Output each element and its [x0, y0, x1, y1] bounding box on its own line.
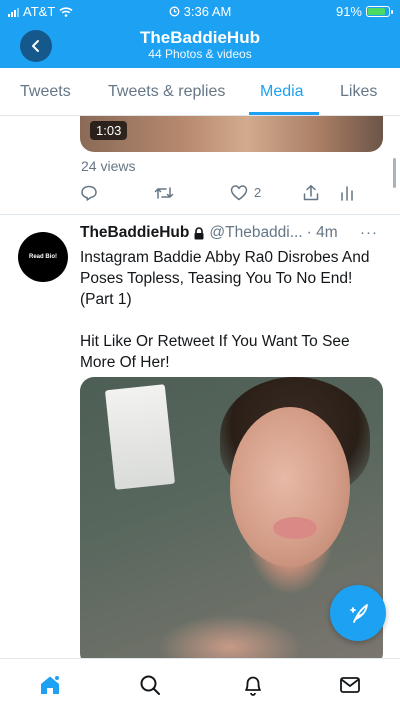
search-icon: [140, 675, 160, 695]
like-count: 2: [254, 185, 262, 200]
tweet-time: · 4m: [306, 224, 338, 241]
tweet-divider: [0, 214, 400, 215]
media-feed[interactable]: 1:03 24 views 2 Read Bio! TheBaddieHub @…: [0, 116, 400, 658]
retweet-button[interactable]: [154, 184, 174, 202]
tab-media[interactable]: Media: [260, 83, 304, 101]
avatar[interactable]: Read Bio!: [18, 232, 68, 282]
tab-likes[interactable]: Likes: [340, 83, 377, 101]
compose-feather-icon: [350, 604, 368, 623]
nav-home[interactable]: [37, 672, 63, 698]
mail-icon: [340, 677, 360, 693]
battery-icon: [366, 6, 393, 17]
like-button[interactable]: 2: [230, 184, 261, 201]
author-handle[interactable]: @Thebaddi...: [209, 224, 302, 242]
battery-percent: 91%: [335, 4, 362, 19]
video-duration: 1:03: [90, 121, 128, 140]
bottom-navigation: [0, 658, 400, 711]
tweet-text-paragraph: Instagram Baddie Abby Ra0 Disrobes And P…: [80, 249, 370, 308]
clock-time: 3:36 AM: [183, 4, 232, 19]
status-bar: AT&T 3:36 AM 91%: [0, 0, 400, 22]
share-icon: [303, 185, 319, 201]
share-button[interactable]: [302, 184, 320, 202]
home-icon: [41, 675, 60, 694]
nav-notifications[interactable]: [240, 672, 266, 698]
video-thumbnail[interactable]: 1:03: [80, 116, 383, 152]
tab-tweets[interactable]: Tweets: [20, 83, 71, 101]
tweet-actions: 2: [80, 184, 360, 206]
active-tab-indicator: [249, 112, 319, 115]
alarm-icon: [169, 6, 180, 17]
view-count: 24 views: [81, 158, 136, 174]
reply-button[interactable]: [80, 184, 98, 202]
lock-icon: [194, 226, 204, 239]
app-header: AT&T 3:36 AM 91% TheBaddieHub 44 Photos …: [0, 0, 400, 68]
analytics-button[interactable]: [340, 184, 354, 202]
tweet-text-paragraph: Hit Like Or Retweet If You Want To See M…: [80, 333, 350, 371]
reply-icon: [81, 185, 97, 201]
profile-tabs: Tweets Tweets & replies Media Likes: [0, 68, 400, 116]
more-options-button[interactable]: ···: [360, 224, 378, 241]
tweet-text: Instagram Baddie Abby Ra0 Disrobes And P…: [80, 247, 385, 373]
compose-tweet-button[interactable]: [330, 585, 386, 641]
avatar-text: Read Bio!: [28, 254, 57, 260]
analytics-icon: [341, 186, 353, 201]
nav-messages[interactable]: [337, 672, 363, 698]
profile-title: TheBaddieHub: [140, 28, 260, 47]
heart-icon: [230, 185, 248, 201]
tweet-header: TheBaddieHub @Thebaddi... · 4m: [80, 224, 385, 242]
nav-search[interactable]: [137, 672, 163, 698]
author-name[interactable]: TheBaddieHub: [80, 224, 189, 242]
bell-icon: [245, 676, 261, 696]
scrollbar[interactable]: [393, 158, 396, 188]
retweet-icon: [154, 187, 174, 199]
tab-tweets-replies[interactable]: Tweets & replies: [108, 83, 225, 101]
profile-subtitle: 44 Photos & videos: [148, 47, 252, 61]
